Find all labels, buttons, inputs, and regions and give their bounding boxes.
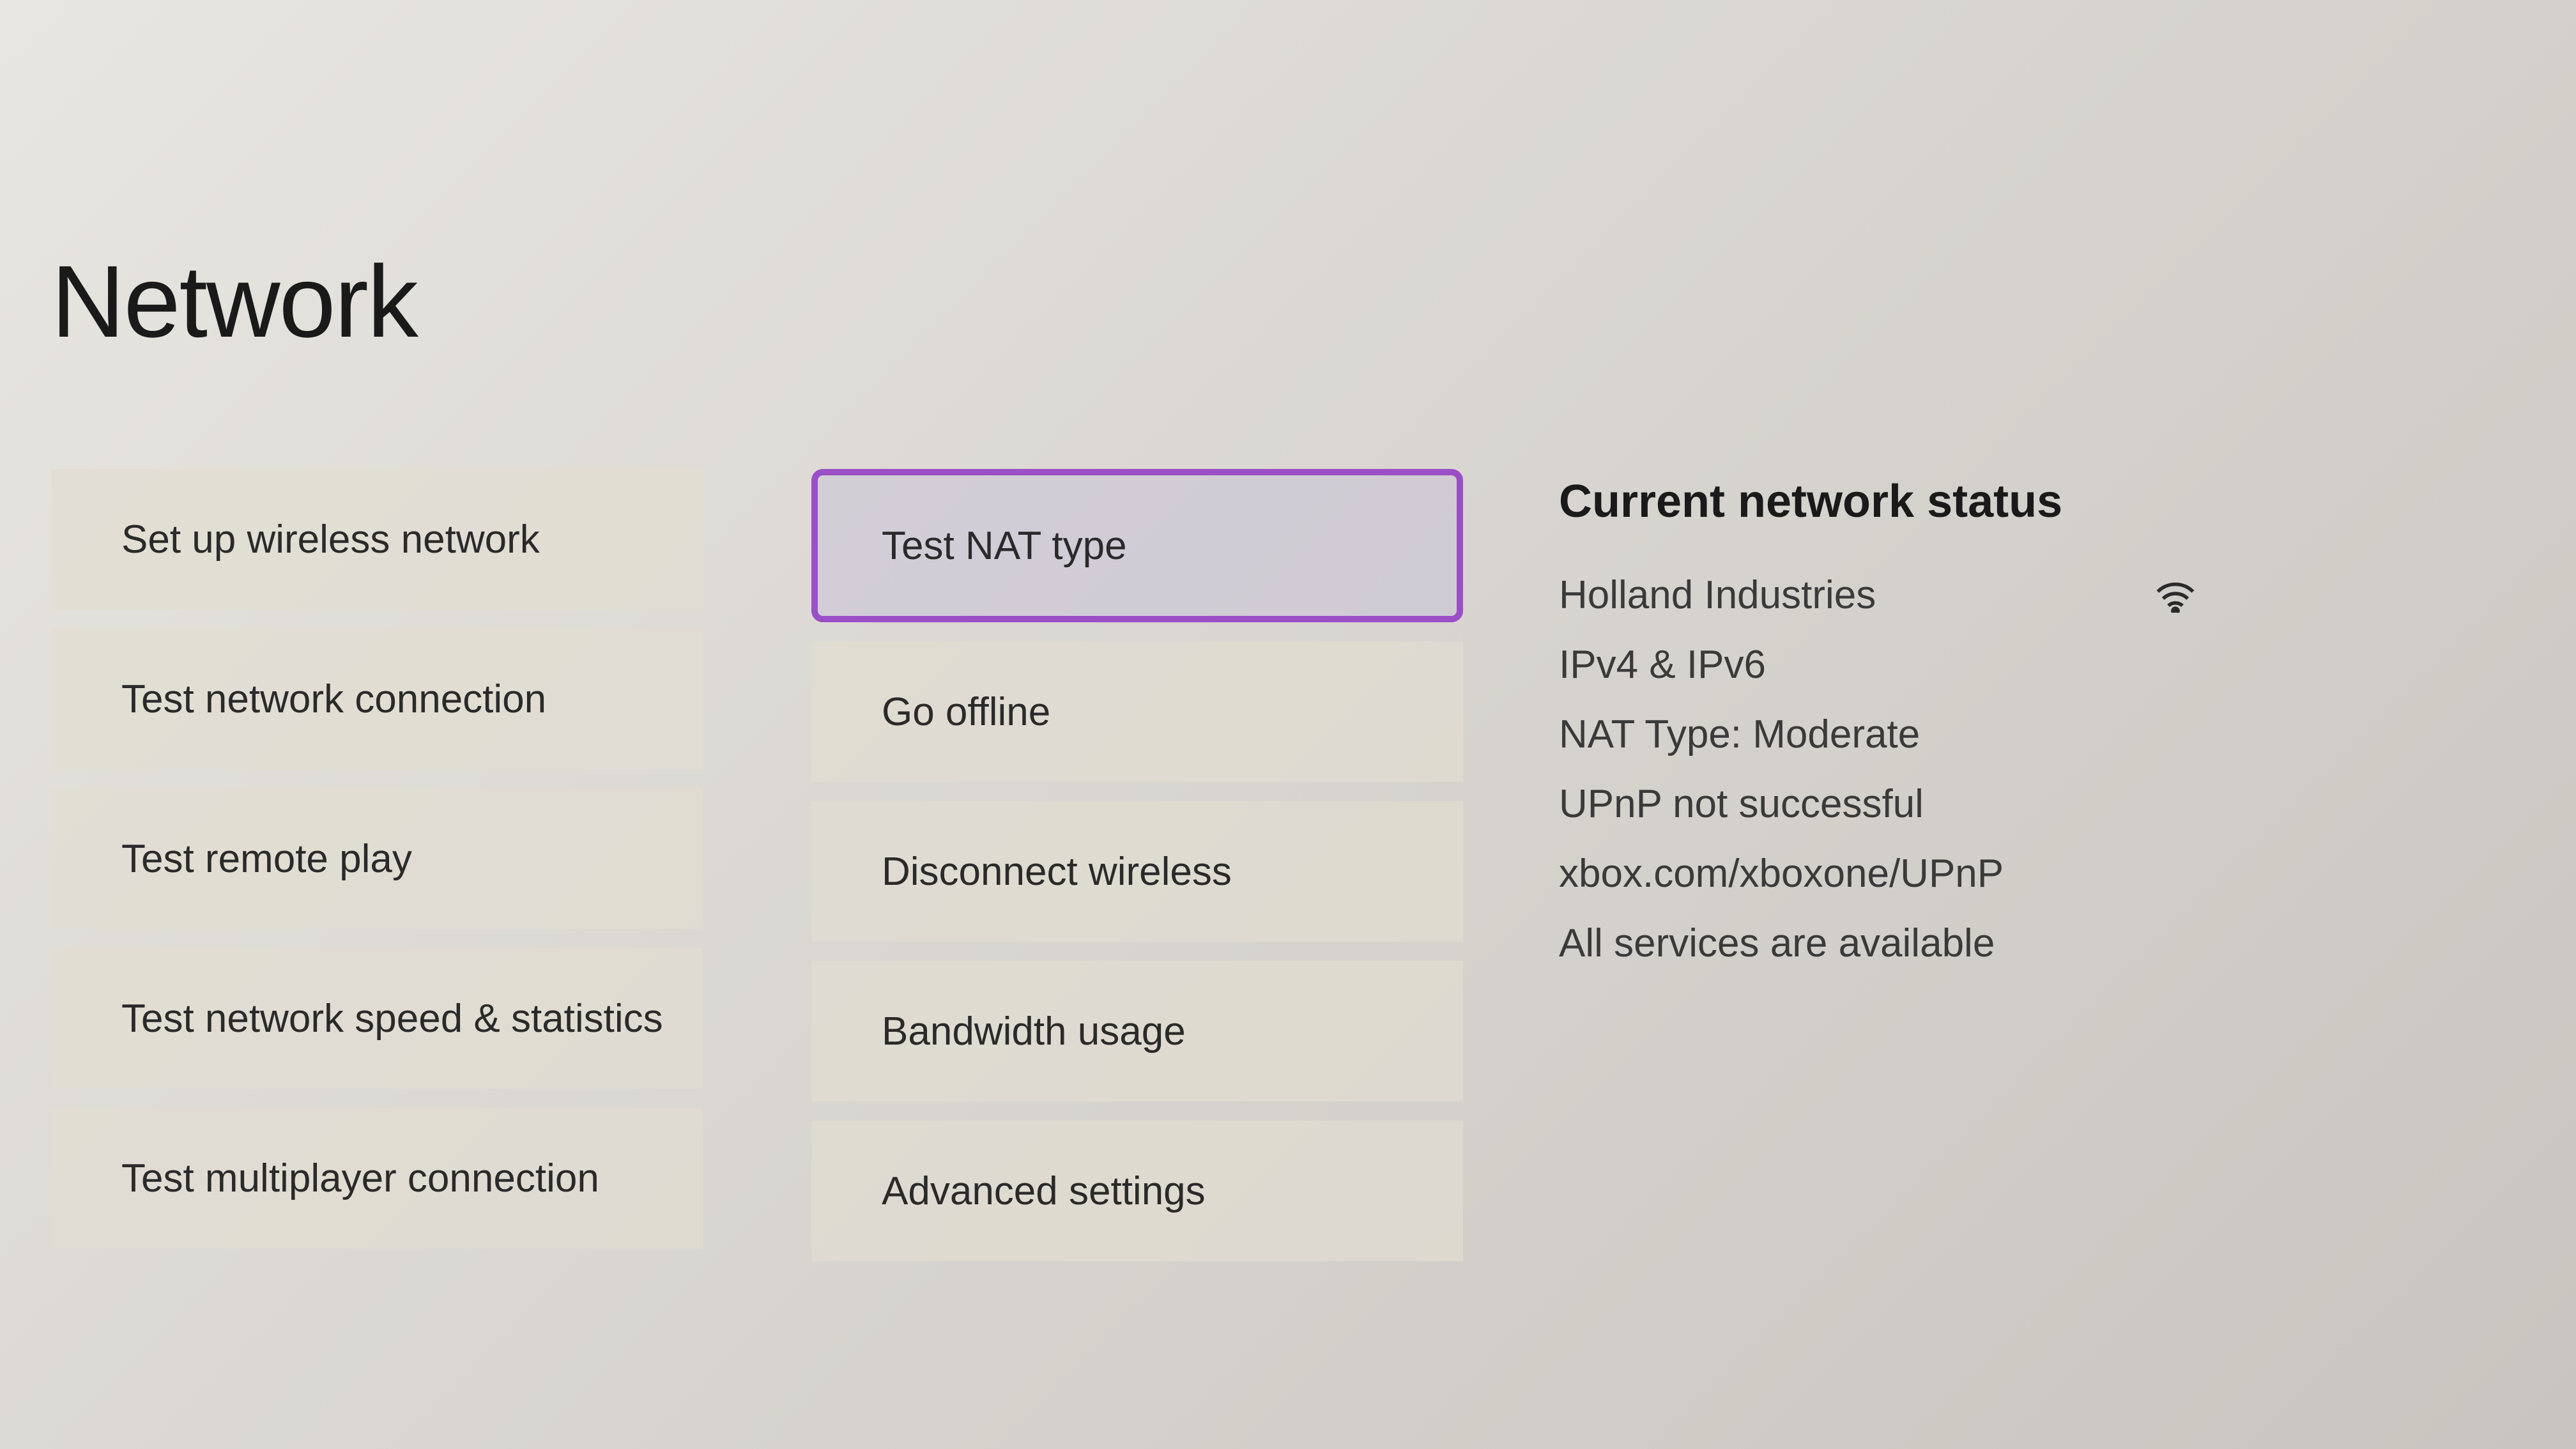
status-upnp-row: UPnP not successful [1559,781,2198,827]
status-upnp-url: xbox.com/xboxone/UPnP [1559,851,2004,896]
status-title: Current network status [1559,475,2198,528]
page-title: Network [51,243,2525,360]
go-offline-button[interactable]: Go offline [811,641,1463,782]
content-area: Set up wireless network Test network con… [51,469,2525,1261]
network-settings-page: Network Set up wireless network Test net… [0,0,2576,1261]
status-ip: IPv4 & IPv6 [1559,642,1766,687]
advanced-settings-button[interactable]: Advanced settings [811,1121,1463,1261]
status-ssid-row: Holland Industries [1559,572,2198,618]
column-2: Test NAT type Go offline Disconnect wire… [811,469,1463,1261]
status-services-row: All services are available [1559,921,2198,966]
column-1: Set up wireless network Test network con… [51,469,703,1261]
test-network-speed-button[interactable]: Test network speed & statistics [51,948,703,1089]
button-label: Test remote play [121,836,412,882]
setup-wireless-button[interactable]: Set up wireless network [51,469,703,610]
button-label: Test NAT type [882,523,1127,569]
disconnect-wireless-button[interactable]: Disconnect wireless [811,801,1463,942]
bandwidth-usage-button[interactable]: Bandwidth usage [811,961,1463,1101]
button-label: Test multiplayer connection [121,1156,599,1201]
wifi-icon [2153,578,2198,613]
button-label: Test network speed & statistics [121,996,663,1041]
button-label: Test network connection [121,677,546,722]
test-remote-play-button[interactable]: Test remote play [51,788,703,929]
network-status-panel: Current network status Holland Industrie… [1559,469,2198,1261]
status-nat-row: NAT Type: Moderate [1559,712,2198,757]
test-nat-type-button[interactable]: Test NAT type [811,469,1463,622]
status-ip-row: IPv4 & IPv6 [1559,642,2198,687]
button-label: Bandwidth usage [882,1009,1186,1054]
status-nat: NAT Type: Moderate [1559,712,1920,757]
button-label: Advanced settings [882,1169,1206,1214]
button-label: Go offline [882,689,1050,735]
test-network-connection-button[interactable]: Test network connection [51,629,703,769]
button-columns: Set up wireless network Test network con… [51,469,1463,1261]
test-multiplayer-button[interactable]: Test multiplayer connection [51,1108,703,1248]
button-label: Set up wireless network [121,517,540,562]
button-label: Disconnect wireless [882,849,1232,894]
status-upnp-url-row: xbox.com/xboxone/UPnP [1559,851,2198,896]
status-ssid: Holland Industries [1559,572,1876,618]
status-upnp: UPnP not successful [1559,781,1924,827]
status-services: All services are available [1559,921,1995,966]
